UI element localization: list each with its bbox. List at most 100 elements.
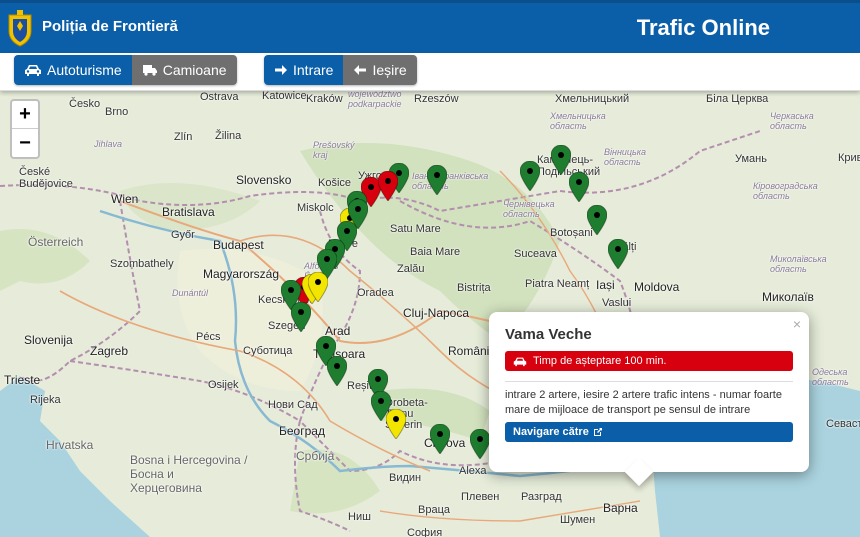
car-icon [25, 65, 41, 76]
map-label: Хмельницький [555, 93, 630, 105]
entry-button[interactable]: Intrare [264, 55, 344, 85]
border-crossing-marker[interactable] [607, 238, 629, 270]
border-crossing-marker[interactable] [307, 271, 329, 303]
map-label: Dunántúl [172, 288, 209, 298]
map-label: Rzeszów [414, 93, 459, 105]
map-label: София [407, 527, 443, 537]
border-crossing-marker[interactable] [429, 423, 451, 455]
map-label: Миколаїв [762, 290, 814, 304]
map-label: Osijek [208, 379, 239, 391]
zoom-control: + − [10, 99, 40, 159]
map-label: Суботица [243, 345, 293, 357]
wait-time-badge: Timp de așteptare 100 min. [505, 351, 793, 371]
popup-description: intrare 2 artere, iesire 2 artere trafic… [505, 389, 782, 416]
popup-close-button[interactable]: × [793, 316, 801, 332]
map-label: Криви [838, 152, 860, 164]
map-label: Хмельницька область [550, 111, 606, 131]
border-crossing-popup: × Vama Veche Timp de așteptare 100 min. … [489, 312, 809, 487]
map-label: Hrvatska [46, 438, 94, 452]
map-label: Одеська область [812, 367, 849, 387]
map-label: Чернівецька область [503, 199, 555, 219]
map-label: Севаст [826, 418, 860, 430]
entry-label: Intrare [293, 62, 334, 78]
border-crossing-marker[interactable] [426, 164, 448, 196]
map-label: Миколаївська область [770, 254, 827, 274]
arrow-left-icon [354, 65, 367, 75]
exit-button[interactable]: Ieșire [343, 55, 417, 85]
map-label: Плевен [461, 491, 500, 503]
map-label: Budapest [213, 238, 264, 252]
map-label: Slovensko [236, 173, 292, 187]
map-label: Bistrița [457, 282, 491, 294]
border-crossing-marker[interactable] [385, 408, 407, 440]
map-label: Bratislava [162, 205, 215, 219]
map-pin-icon [385, 408, 407, 440]
coat-of-arms-logo [8, 10, 32, 47]
map-label: Trieste [4, 373, 41, 387]
vehicle-type-toggle: Autoturisme Camioane [14, 55, 237, 85]
map-label: Rijeka [30, 394, 61, 406]
map-label: Česko [69, 98, 101, 110]
map-label: Cluj-Napoca [403, 306, 470, 320]
border-crossing-marker[interactable] [290, 301, 312, 333]
map-label: Vaslui [602, 297, 632, 309]
brand-name: Poliția de Frontieră [42, 18, 178, 35]
zoom-in-button[interactable]: + [12, 101, 38, 129]
map-label: Magyarország [203, 267, 280, 281]
navigate-button[interactable]: Navigare către [505, 422, 793, 442]
map-label: Кіровоградська область [753, 181, 818, 201]
map-label: Győr [171, 229, 195, 241]
map-label: Slovenija [24, 333, 73, 347]
popup-title: Vama Veche [505, 326, 592, 343]
map-label: Oradea [357, 287, 394, 299]
truck-icon [142, 65, 157, 76]
map-label: Івано-Франківська область [412, 171, 489, 191]
arrow-right-icon [275, 65, 287, 75]
page-title: Trafic Online [636, 15, 770, 40]
map-label: Zalău [397, 263, 425, 275]
cars-button[interactable]: Autoturisme [14, 55, 132, 85]
border-crossing-marker[interactable] [326, 355, 348, 387]
map-pin-icon [377, 170, 399, 202]
map-label: Wien [111, 192, 139, 206]
map-label: Вінницька область [604, 147, 647, 167]
map-label: Ниш [348, 511, 371, 523]
border-crossing-marker[interactable] [550, 144, 572, 176]
border-crossing-marker[interactable] [377, 170, 399, 202]
map-label: Iași [596, 278, 615, 292]
map-label: Разград [521, 491, 562, 503]
cars-label: Autoturisme [47, 62, 122, 78]
map-label: Kraków [306, 93, 343, 105]
exit-label: Ieșire [372, 62, 407, 78]
map-label: Bosna i Hercegovina / Босна и Херцеговин… [130, 453, 248, 495]
map-label: Ostrava [200, 91, 239, 103]
map-label: Alexa [459, 465, 487, 477]
map-pin-icon [429, 423, 451, 455]
map-label: Враца [418, 504, 450, 516]
map-label: Szombathely [110, 258, 174, 270]
map-label: Видин [389, 472, 422, 484]
toolbar: Autoturisme Camioane Intrare Ieșire [0, 53, 860, 91]
map-label: Србија [296, 449, 335, 463]
border-crossing-marker[interactable] [469, 428, 491, 460]
map-label: województwo podkarpackie [348, 91, 402, 109]
map-label: Pécs [196, 331, 221, 343]
trucks-button[interactable]: Camioane [131, 55, 237, 85]
border-crossing-marker[interactable] [586, 204, 608, 236]
navigate-label: Navigare către [513, 426, 589, 438]
map-label: Біла Церква [706, 93, 769, 105]
map-label: Нови Сад [268, 399, 318, 411]
map-label: Умань [735, 153, 767, 165]
border-crossing-marker[interactable] [568, 171, 590, 203]
zoom-out-button[interactable]: − [12, 129, 38, 157]
direction-toggle: Intrare Ieșire [264, 55, 417, 85]
popup-divider [505, 381, 793, 382]
map-label: Jihlava [94, 139, 123, 149]
map-label: Miskolc [297, 202, 334, 214]
map-label: Brno [105, 106, 129, 118]
border-crossing-marker[interactable] [519, 160, 541, 192]
map-label: Zlín [174, 131, 193, 143]
map-label: Suceava [514, 248, 557, 260]
map-pin-icon [290, 301, 312, 333]
map-label: Шумен [560, 514, 596, 526]
